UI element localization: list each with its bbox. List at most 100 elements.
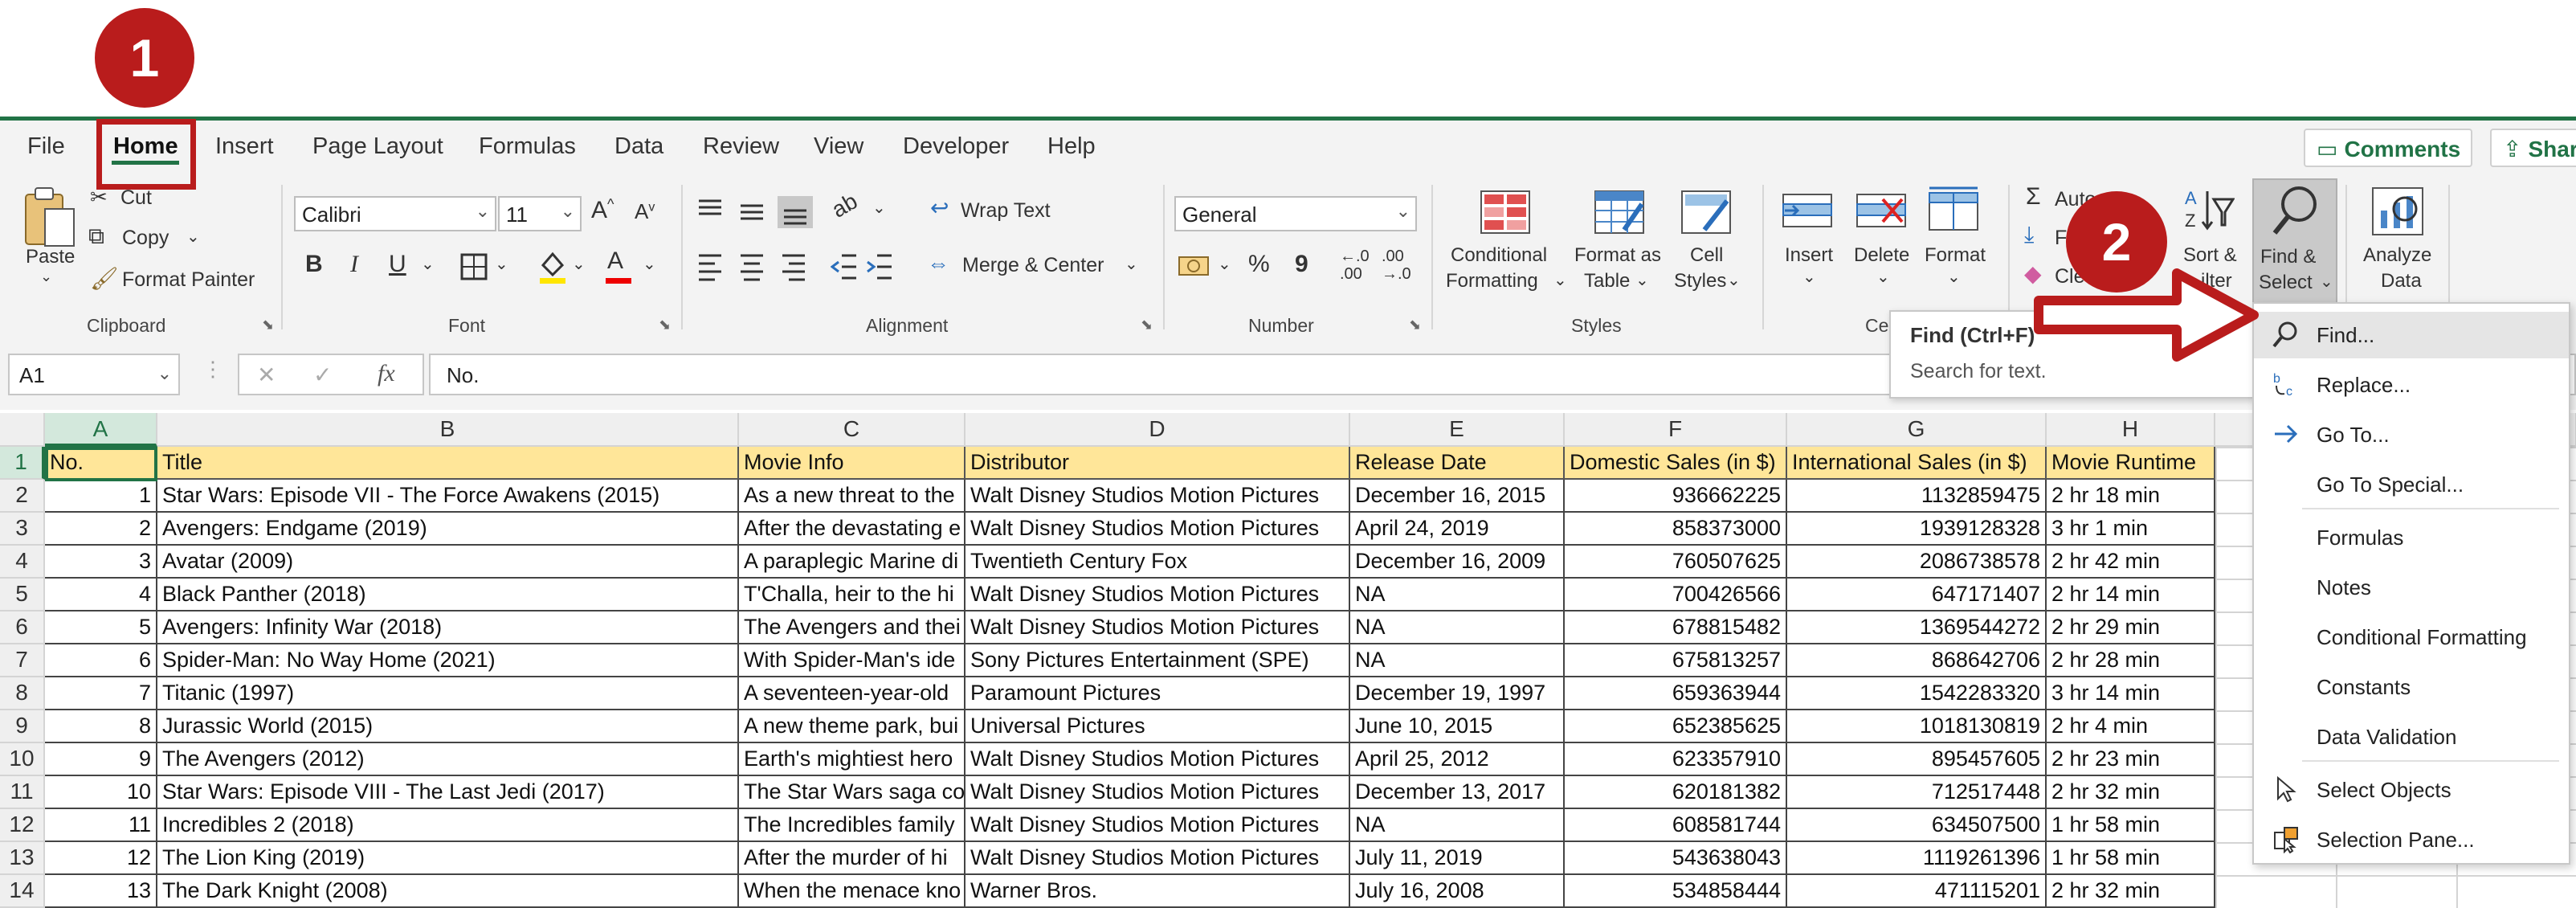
italic-button[interactable]: I — [350, 251, 358, 278]
indent-icons[interactable] — [831, 251, 895, 283]
table-cell[interactable]: Incredibles 2 (2018) — [157, 809, 739, 842]
merge-center-icon[interactable]: ⇔ — [927, 251, 949, 276]
delete-cells-label[interactable]: Delete — [1854, 244, 1909, 267]
format-cells-dropdown-icon[interactable]: ⌄ — [1947, 267, 1961, 287]
row-header[interactable]: 10 — [0, 743, 45, 776]
table-cell[interactable]: 1939128328 — [1787, 513, 2047, 546]
table-cell[interactable]: Walt Disney Studios Motion Pictures — [965, 842, 1350, 875]
table-cell[interactable]: 8 — [45, 710, 157, 743]
tab-data[interactable]: Data — [614, 133, 663, 160]
table-cell[interactable]: 620181382 — [1565, 776, 1787, 809]
underline-button[interactable]: U — [389, 251, 406, 278]
table-cell[interactable]: Walt Disney Studios Motion Pictures — [965, 743, 1350, 776]
column-header-d[interactable]: D — [965, 413, 1350, 447]
table-cell[interactable]: June 10, 2015 — [1350, 710, 1565, 743]
table-cell[interactable]: 13 — [45, 875, 157, 908]
enter-icon[interactable]: ✓ — [313, 362, 332, 388]
column-header-g[interactable]: G — [1787, 413, 2047, 447]
table-cell[interactable]: When the menace kno — [739, 875, 965, 908]
menu-item-go-to[interactable]: Go To... — [2254, 411, 2569, 458]
table-cell[interactable]: 543638043 — [1565, 842, 1787, 875]
table-cell[interactable]: Twentieth Century Fox — [965, 546, 1350, 579]
paste-dropdown-icon[interactable]: ⌄ — [40, 268, 52, 285]
table-cell[interactable]: 895457605 — [1787, 743, 2047, 776]
accounting-dropdown-icon[interactable]: ⌄ — [1218, 254, 1231, 274]
table-cell[interactable]: 608581744 — [1565, 809, 1787, 842]
table-cell[interactable]: 11 — [45, 809, 157, 842]
tab-formulas[interactable]: Formulas — [479, 133, 576, 160]
underline-dropdown-icon[interactable]: ⌄ — [421, 254, 435, 274]
table-cell[interactable]: December 13, 2017 — [1350, 776, 1565, 809]
table-cell[interactable]: 700426566 — [1565, 579, 1787, 611]
font-color-icon[interactable]: A — [607, 247, 623, 275]
table-cell[interactable]: Walt Disney Studios Motion Pictures — [965, 611, 1350, 644]
analyze-data-icon[interactable] — [2370, 185, 2426, 238]
column-header-f[interactable]: F — [1565, 413, 1787, 447]
table-cell[interactable]: July 11, 2019 — [1350, 842, 1565, 875]
table-cell[interactable]: 3 — [45, 546, 157, 579]
format-painter-label[interactable]: Format Painter — [122, 268, 255, 292]
cancel-icon[interactable]: ✕ — [257, 362, 276, 388]
borders-dropdown-icon[interactable]: ⌄ — [495, 254, 508, 274]
table-cell[interactable]: With Spider-Man's ide — [739, 644, 965, 677]
table-cell[interactable]: 2 hr 42 min — [2047, 546, 2215, 579]
table-cell[interactable]: 4 — [45, 579, 157, 611]
row-header[interactable]: 6 — [0, 611, 45, 644]
table-cell[interactable]: 6 — [45, 644, 157, 677]
row-header[interactable]: 14 — [0, 875, 45, 908]
tab-view[interactable]: View — [814, 133, 863, 160]
table-cell[interactable]: 3 hr 14 min — [2047, 677, 2215, 710]
conditional-formatting-label-1[interactable]: Conditional — [1451, 244, 1547, 267]
table-cell[interactable]: Black Panther (2018) — [157, 579, 739, 611]
table-cell[interactable]: 1369544272 — [1787, 611, 2047, 644]
conditional-formatting-label-2[interactable]: Formatting — [1446, 270, 1538, 292]
format-as-table-label-1[interactable]: Format as — [1574, 244, 1661, 267]
conditional-formatting-dropdown-icon[interactable]: ⌄ — [1553, 270, 1567, 290]
increase-decimal-button[interactable]: ←.0 .00 — [1340, 247, 1370, 283]
table-cell[interactable]: 10 — [45, 776, 157, 809]
menu-item-select-objects[interactable]: Select Objects — [2254, 767, 2569, 813]
table-cell[interactable]: 9 — [45, 743, 157, 776]
table-cell[interactable]: 12 — [45, 842, 157, 875]
number-format-combo[interactable]: General ⌄ — [1174, 196, 1417, 231]
column-header-b[interactable]: B — [157, 413, 739, 447]
table-cell[interactable]: 2 hr 4 min — [2047, 710, 2215, 743]
table-cell[interactable]: 2 hr 14 min — [2047, 579, 2215, 611]
menu-item-constants[interactable]: Constants — [2254, 664, 2569, 710]
menu-item-notes[interactable]: Notes — [2254, 564, 2569, 611]
table-cell[interactable]: Titanic (1997) — [157, 677, 739, 710]
table-cell[interactable]: 2086738578 — [1787, 546, 2047, 579]
table-cell[interactable]: The Avengers (2012) — [157, 743, 739, 776]
table-cell[interactable]: 623357910 — [1565, 743, 1787, 776]
table-cell[interactable]: Spider-Man: No Way Home (2021) — [157, 644, 739, 677]
horizontal-align-icons[interactable] — [697, 251, 810, 283]
table-cell[interactable]: 7 — [45, 677, 157, 710]
shrink-font-icon[interactable]: Av — [635, 199, 655, 224]
table-cell[interactable]: 858373000 — [1565, 513, 1787, 546]
analyze-data-label-1[interactable]: Analyze — [2363, 244, 2431, 267]
table-cell[interactable]: Earth's mightiest hero — [739, 743, 965, 776]
table-cell[interactable]: The Avengers and thei — [739, 611, 965, 644]
decrease-decimal-button[interactable]: .00 →.0 — [1382, 247, 1411, 283]
row-header[interactable]: 3 — [0, 513, 45, 546]
column-header-h[interactable]: H — [2047, 413, 2215, 447]
paste-icon[interactable] — [21, 183, 79, 251]
row-header[interactable]: 8 — [0, 677, 45, 710]
table-cell[interactable]: Avatar (2009) — [157, 546, 739, 579]
table-cell[interactable]: 1 hr 58 min — [2047, 842, 2215, 875]
table-cell[interactable]: NA — [1350, 611, 1565, 644]
table-header-cell[interactable]: International Sales (in $) — [1787, 447, 2047, 480]
table-cell[interactable]: 1 hr 58 min — [2047, 809, 2215, 842]
table-cell[interactable]: A seventeen-year-old — [739, 677, 965, 710]
table-cell[interactable]: 1119261396 — [1787, 842, 2047, 875]
tab-help[interactable]: Help — [1047, 133, 1096, 160]
table-cell[interactable]: Avengers: Endgame (2019) — [157, 513, 739, 546]
table-header-cell[interactable]: Distributor — [965, 447, 1350, 480]
table-cell[interactable]: 868642706 — [1787, 644, 2047, 677]
table-cell[interactable]: December 16, 2009 — [1350, 546, 1565, 579]
select-all-corner[interactable] — [0, 413, 45, 447]
cut-label[interactable]: Cut — [120, 186, 152, 210]
cell-styles-label-1[interactable]: Cell — [1690, 244, 1723, 267]
table-cell[interactable]: April 24, 2019 — [1350, 513, 1565, 546]
table-cell[interactable]: A new theme park, bui — [739, 710, 965, 743]
